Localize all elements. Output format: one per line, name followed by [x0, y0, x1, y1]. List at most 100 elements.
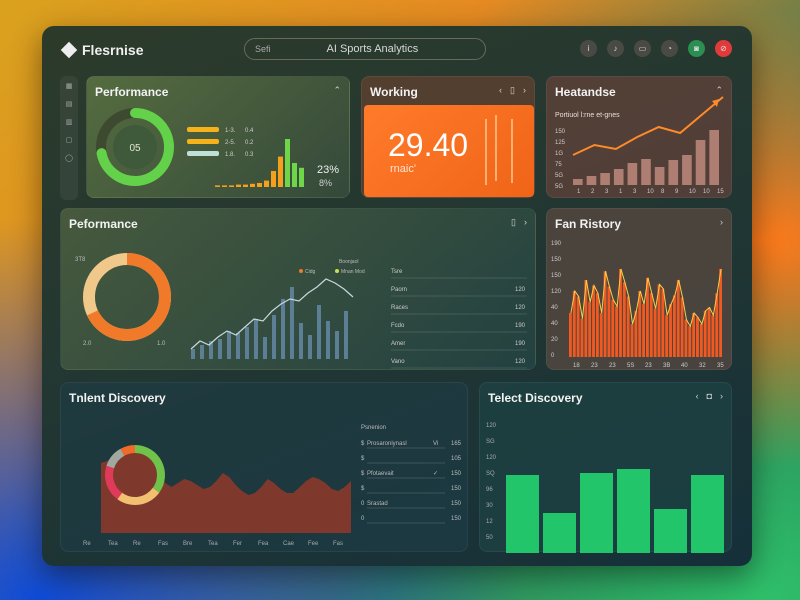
fan-bar: [595, 293, 599, 357]
close-icon[interactable]: ⊘: [715, 40, 732, 57]
fan-history-card: Fan Ristory › 190 150 150 120 40 40 20 0 18 23 23 5…: [546, 208, 732, 370]
talent-x-tick: Fee: [308, 541, 319, 547]
talent-x-tick: Fas: [158, 541, 168, 547]
fan-y-tick: 190: [551, 241, 562, 247]
perf-main-bar: [236, 333, 240, 359]
fan-x-tick: 23: [609, 363, 616, 369]
perf-bar: [257, 183, 262, 187]
perf-main-bar: [272, 315, 276, 359]
talent-list-header: Psnenion: [361, 425, 386, 431]
talent-right-bar: [691, 475, 724, 553]
info-icon[interactable]: i: [580, 40, 597, 57]
talent-list-label: Pfotaevait: [367, 471, 394, 477]
app-logo[interactable]: Flesrnise: [60, 41, 144, 59]
perf-bar: [264, 180, 269, 187]
perf-row-value: 190: [515, 323, 526, 329]
fan-y-tick: 150: [551, 257, 562, 263]
heatmap-legend: Portiuol l:rne et-gnes: [555, 112, 620, 119]
heatmap-x-tick: 10: [647, 189, 654, 195]
fan-bar: [626, 296, 630, 357]
heatmap-bar: [613, 169, 624, 185]
working-ticks: [485, 115, 513, 185]
perf-legend-label: 1.8.: [225, 152, 235, 158]
sidebar-file-icon[interactable]: ▢: [66, 136, 73, 144]
talent-right-y-tick: 12: [486, 519, 493, 525]
chevron-right-icon[interactable]: ›: [523, 85, 526, 96]
fan-bar: [599, 313, 603, 357]
perf-main-bar: [191, 349, 195, 359]
heatmap-y-tick: 150: [555, 129, 566, 135]
fan-bar: [719, 269, 722, 357]
sidebar-grid-icon[interactable]: ▦: [66, 82, 73, 90]
copy-icon[interactable]: ▯: [510, 85, 515, 96]
talent-x-tick: Re: [133, 541, 141, 547]
performance-card: Performance ⌃ 05 1-3. 0.4 2-5. 0.2 1.8. 0.3 2…: [86, 76, 350, 198]
fan-bar: [688, 326, 692, 357]
sidebar-chart-icon[interactable]: ▤: [66, 100, 73, 108]
heatmap-x-tick: 3: [633, 189, 637, 195]
search-bar[interactable]: Sefi AI Sports Analytics: [244, 38, 486, 60]
fan-x-tick: 5S: [627, 363, 634, 369]
talent-right-y-tick: 50: [486, 535, 493, 541]
talent-x-tick: Re: [83, 541, 91, 547]
perf-row-label: Vano: [391, 359, 405, 365]
heatmap-x-tick: 15: [717, 189, 724, 195]
sidebar-list-icon[interactable]: ▥: [66, 118, 73, 126]
perf-main-bar: [281, 299, 285, 359]
perf-row-value: 120: [515, 305, 526, 311]
perf-main-bar: [335, 331, 339, 359]
performance-main-chart: 3T8 2.0 1.0 Boonjaol Cidg Mnan Mod Tsre Pao…: [75, 253, 527, 369]
perf-main-bar: [344, 311, 348, 359]
heatmap-y-tick: 5G: [555, 173, 563, 179]
talent-right-y-tick: 120: [486, 423, 497, 429]
search-placeholder: Sefi: [255, 44, 271, 54]
perf-main-legend-label: Mnan Mod: [341, 269, 365, 275]
talent-right-bar: [543, 513, 576, 553]
talent-x-tick: Fea: [258, 541, 269, 547]
perf-main-bar: [200, 345, 204, 359]
perf-bar: [236, 184, 241, 187]
perf-row-label: Fcdo: [391, 323, 405, 329]
heatmap-x-tick: 3: [605, 189, 609, 195]
perf-legend-value: 0.2: [245, 140, 254, 146]
donut-label-br: 1.0: [157, 341, 166, 347]
perf-main-bar: [308, 335, 312, 359]
perf-row-value: 120: [515, 287, 526, 293]
fan-x-tick: 18: [573, 363, 580, 369]
working-card: Working ‹ ▯ › 29.40 rnaic': [361, 76, 535, 198]
bell-icon[interactable]: ♪: [607, 40, 624, 57]
working-title: Working: [370, 85, 418, 99]
fan-x-tick: 3B: [663, 363, 670, 369]
chat-icon[interactable]: ◔: [661, 40, 678, 57]
talent-list-value: 105: [451, 456, 462, 462]
settings-icon[interactable]: ◙: [688, 40, 705, 57]
talent-right-bar: [580, 473, 613, 553]
perf-stat-1: 23%: [317, 164, 339, 176]
message-icon[interactable]: ▭: [634, 40, 651, 57]
fan-bar: [588, 302, 592, 357]
talent-right-bar: [654, 509, 687, 553]
fan-y-tick: 0: [551, 353, 555, 359]
app-name: Flesrnise: [82, 42, 144, 58]
heatmap-bar: [600, 173, 610, 185]
chevron-left-icon[interactable]: ‹: [499, 85, 502, 96]
talent-area: [101, 449, 351, 533]
talent-x-tick: Bre: [183, 541, 193, 547]
page-title: AI Sports Analytics: [326, 43, 419, 55]
fan-bar: [696, 317, 699, 357]
perf-legend-label: 1-3.: [225, 128, 236, 134]
perf-row-label: Amer: [391, 341, 405, 347]
talent-x-tick: Tea: [108, 541, 118, 547]
fan-y-tick: 20: [551, 337, 558, 343]
perf-bar: [278, 156, 283, 187]
sidebar-user-icon[interactable]: ◯: [65, 154, 73, 162]
fan-bar: [684, 319, 688, 357]
perf-main-bar: [299, 323, 303, 359]
fan-bar: [615, 306, 619, 357]
sidebar: ▦ ▤ ▥ ▢ ◯: [60, 76, 78, 200]
talent-list-axis: 0: [361, 501, 365, 507]
fan-bar: [576, 296, 580, 357]
fan-bar: [699, 324, 703, 357]
fan-bar: [669, 304, 672, 357]
perf-bar: [299, 167, 304, 187]
